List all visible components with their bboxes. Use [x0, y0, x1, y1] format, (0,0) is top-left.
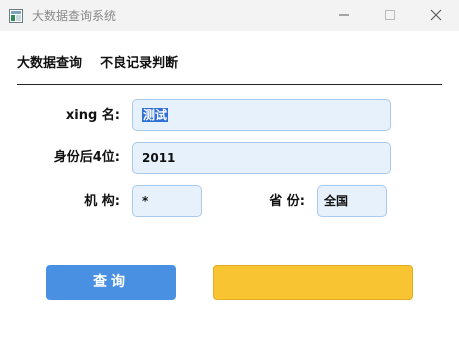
minimize-button[interactable]	[321, 0, 367, 31]
name-label: xing 名:	[65, 108, 120, 123]
maximize-icon	[385, 10, 395, 20]
title-bar[interactable]: 大数据查询系统	[0, 0, 459, 31]
province-label: 省 份:	[269, 194, 305, 209]
id-last4-label: 身份后4位:	[53, 150, 120, 165]
app-window: 大数据查询系统 大数据查询 不良记录判断 xing 名: 测试 身份后4位: 2…	[0, 0, 459, 352]
minimize-icon	[339, 14, 349, 16]
close-button[interactable]	[413, 0, 459, 31]
id-last4-input[interactable]: 2011	[132, 142, 391, 174]
menu-item-bad-record-check[interactable]: 不良记录判断	[100, 55, 178, 73]
org-input[interactable]: *	[132, 185, 202, 217]
window-title: 大数据查询系统	[32, 9, 117, 23]
app-icon	[9, 8, 23, 23]
menu-divider	[17, 84, 442, 85]
maximize-button[interactable]	[367, 0, 413, 31]
name-input-value: 测试	[142, 108, 169, 122]
province-input[interactable]: 全国	[317, 185, 387, 217]
close-icon	[430, 9, 442, 21]
query-button[interactable]: 查询	[46, 265, 176, 300]
name-input[interactable]: 测试	[132, 99, 391, 131]
menu-item-big-data-query[interactable]: 大数据查询	[17, 55, 82, 73]
menu-bar: 大数据查询 不良记录判断	[17, 52, 191, 73]
org-label: 机 构:	[84, 194, 120, 209]
secondary-button[interactable]	[213, 265, 413, 300]
